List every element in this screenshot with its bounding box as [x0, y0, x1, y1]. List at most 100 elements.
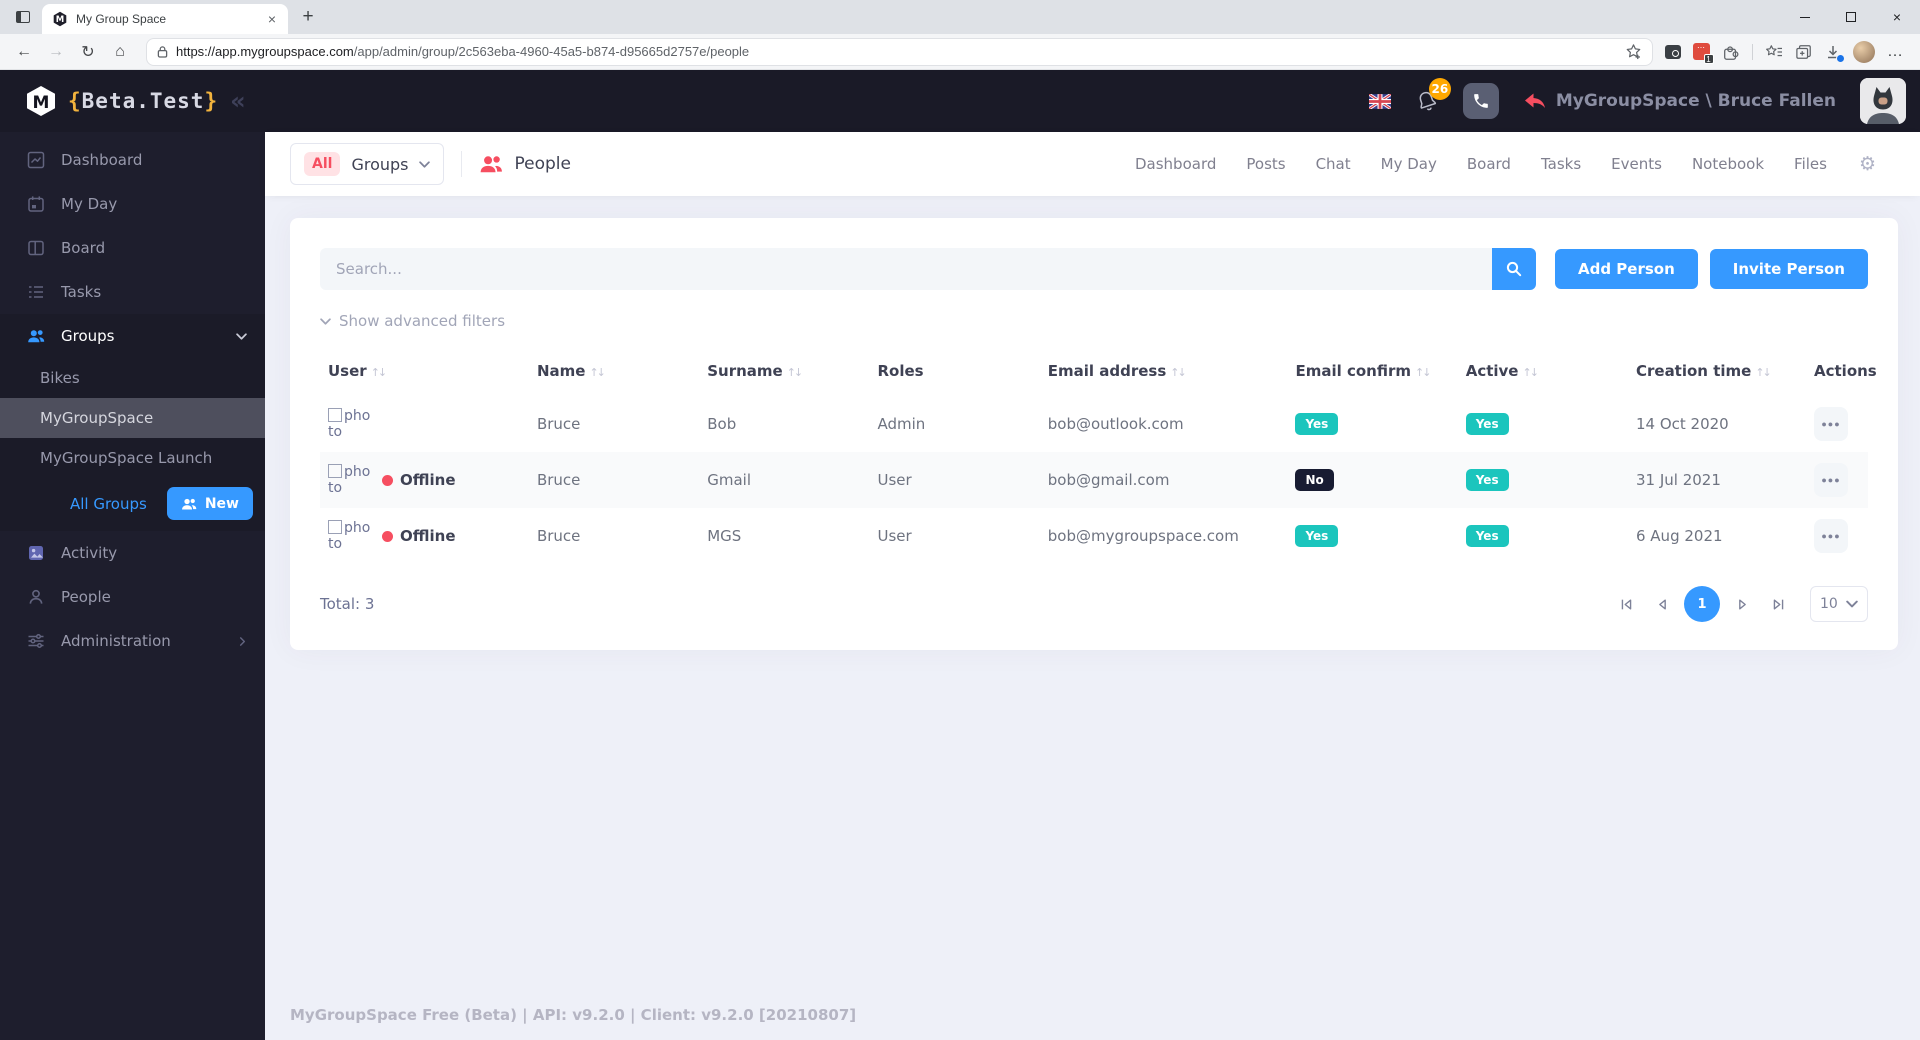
sidebar-label: Board — [61, 239, 106, 257]
nav-link-notebook[interactable]: Notebook — [1692, 155, 1764, 173]
sidebar-subitem-bikes[interactable]: Bikes — [0, 358, 265, 398]
extension-icon[interactable] — [1665, 44, 1681, 59]
last-page-button[interactable] — [1764, 590, 1792, 618]
tab-close-icon[interactable]: × — [264, 11, 280, 27]
forward-button[interactable]: → — [42, 38, 70, 66]
broken-image-icon — [328, 463, 342, 478]
user-avatar[interactable] — [1860, 78, 1906, 124]
sidebar-item-tasks[interactable]: Tasks — [0, 270, 265, 314]
search-button[interactable] — [1492, 248, 1536, 290]
sidebar-item-activity[interactable]: Activity — [0, 531, 265, 575]
email-confirm-badge: Yes — [1295, 413, 1339, 435]
back-button[interactable]: ← — [10, 38, 38, 66]
column-label: User — [328, 362, 367, 380]
column-header-surname[interactable]: Surname ↑↓ — [699, 342, 869, 396]
sidebar-collapse-icon[interactable]: « — [230, 89, 246, 113]
extensions-puzzle-icon[interactable] — [1722, 43, 1740, 61]
collections-icon[interactable] — [1795, 44, 1813, 60]
advanced-filters-toggle[interactable]: Show advanced filters — [320, 312, 1868, 330]
browser-tab[interactable]: M My Group Space × — [42, 4, 288, 34]
sidebar-subitem-mygroupspace[interactable]: MyGroupSpace — [0, 398, 265, 438]
new-tab-button[interactable]: + — [294, 3, 322, 31]
brand[interactable]: M {Beta.Test} « — [0, 85, 265, 117]
extension-icon[interactable]: ⋯ 1 — [1693, 43, 1714, 64]
refresh-button[interactable]: ↻ — [74, 38, 102, 66]
first-page-button[interactable] — [1612, 590, 1640, 618]
nav-link-chat[interactable]: Chat — [1316, 155, 1351, 173]
sort-icon: ↑↓ — [786, 366, 804, 379]
browser-tab-strip: M My Group Space × + × — [0, 0, 1920, 34]
new-group-button[interactable]: New — [166, 487, 253, 520]
maximize-icon — [1846, 12, 1856, 22]
column-header-email[interactable]: Email address ↑↓ — [1040, 342, 1288, 396]
sidebar-item-dashboard[interactable]: Dashboard — [0, 138, 265, 182]
broken-image-icon — [328, 519, 342, 534]
sidebar-item-people[interactable]: People — [0, 575, 265, 619]
surname-cell: MGS — [707, 527, 742, 545]
nav-link-my-day[interactable]: My Day — [1381, 155, 1437, 173]
notifications-button[interactable]: 26 — [1415, 77, 1451, 114]
previous-page-button[interactable] — [1648, 590, 1676, 618]
page-size-value: 10 — [1820, 596, 1838, 612]
sliders-icon — [28, 633, 44, 649]
active-badge: Yes — [1465, 525, 1509, 547]
sidebar-group-actions: All Groups New — [0, 478, 265, 525]
row-actions-button[interactable]: ●●● — [1814, 407, 1848, 441]
nav-link-tasks[interactable]: Tasks — [1541, 155, 1581, 173]
sidebar-subitem-mygroupspace-launch[interactable]: MyGroupSpace Launch — [0, 438, 265, 478]
user-cell: photo Offline — [328, 519, 521, 552]
all-groups-link[interactable]: All Groups — [70, 495, 147, 513]
next-page-button[interactable] — [1728, 590, 1756, 618]
column-header-name[interactable]: Name ↑↓ — [529, 342, 699, 396]
close-button[interactable]: × — [1874, 0, 1920, 34]
browser-profile-avatar[interactable] — [1853, 40, 1875, 63]
people-actions: Add Person Invite Person — [1554, 249, 1868, 289]
address-bar[interactable]: https://app.mygroupspace.com/app/admin/g… — [146, 37, 1653, 66]
nav-link-files[interactable]: Files — [1794, 155, 1827, 173]
row-actions-button[interactable]: ●●● — [1814, 463, 1848, 497]
sidebar-item-administration[interactable]: Administration — [0, 619, 265, 663]
tab-actions-button[interactable] — [8, 3, 38, 31]
maximize-button[interactable] — [1828, 0, 1874, 34]
email-confirm-badge: No — [1295, 469, 1334, 491]
invite-person-button[interactable]: Invite Person — [1709, 249, 1868, 289]
favorites-bar-icon[interactable] — [1765, 44, 1783, 60]
sidebar-item-groups[interactable]: Groups — [0, 314, 265, 358]
sidebar-item-my-day[interactable]: My Day — [0, 182, 265, 226]
browser-menu-button[interactable]: … — [1887, 43, 1904, 61]
creation-time-cell: 6 Aug 2021 — [1635, 527, 1723, 545]
column-header-user[interactable]: User ↑↓ — [320, 342, 529, 396]
surname-cell: Bob — [707, 415, 737, 433]
add-favorite-icon[interactable] — [1625, 43, 1642, 60]
page-size-select[interactable]: 10 — [1810, 586, 1868, 622]
column-header-email-confirm[interactable]: Email confirm ↑↓ — [1287, 342, 1457, 396]
row-actions-button[interactable]: ●●● — [1814, 519, 1848, 553]
nav-link-posts[interactable]: Posts — [1246, 155, 1285, 173]
column-header-creation-time[interactable]: Creation time ↑↓ — [1628, 342, 1806, 396]
downloads-button[interactable] — [1825, 44, 1845, 63]
column-label: Active — [1465, 362, 1519, 380]
broken-photo-image: photo — [328, 407, 374, 440]
home-button[interactable]: ⌂ — [106, 38, 134, 66]
language-flag-icon[interactable] — [1368, 93, 1391, 109]
sidebar-item-board[interactable]: Board — [0, 226, 265, 270]
logo-brace: { — [68, 89, 82, 113]
avatar-image — [1860, 78, 1906, 124]
settings-gear-icon[interactable]: ⚙ — [1859, 153, 1876, 175]
call-button[interactable] — [1462, 83, 1499, 119]
group-filter-dropdown[interactable]: All Groups — [290, 143, 445, 185]
nav-link-events[interactable]: Events — [1611, 155, 1662, 173]
minimize-icon — [1800, 16, 1810, 18]
search-icon — [1506, 261, 1522, 277]
current-page-button[interactable]: 1 — [1684, 586, 1720, 622]
column-label: Actions — [1814, 362, 1877, 380]
minimize-button[interactable] — [1782, 0, 1828, 34]
search-input[interactable] — [320, 248, 1492, 290]
column-header-active[interactable]: Active ↑↓ — [1458, 342, 1628, 396]
column-label: Roles — [877, 362, 924, 380]
user-menu[interactable]: MyGroupSpace \ Bruce Fallen — [1523, 91, 1836, 111]
status-indicator: Offline — [382, 527, 456, 545]
nav-link-dashboard[interactable]: Dashboard — [1135, 155, 1216, 173]
add-person-button[interactable]: Add Person — [1554, 249, 1698, 289]
nav-link-board[interactable]: Board — [1467, 155, 1511, 173]
